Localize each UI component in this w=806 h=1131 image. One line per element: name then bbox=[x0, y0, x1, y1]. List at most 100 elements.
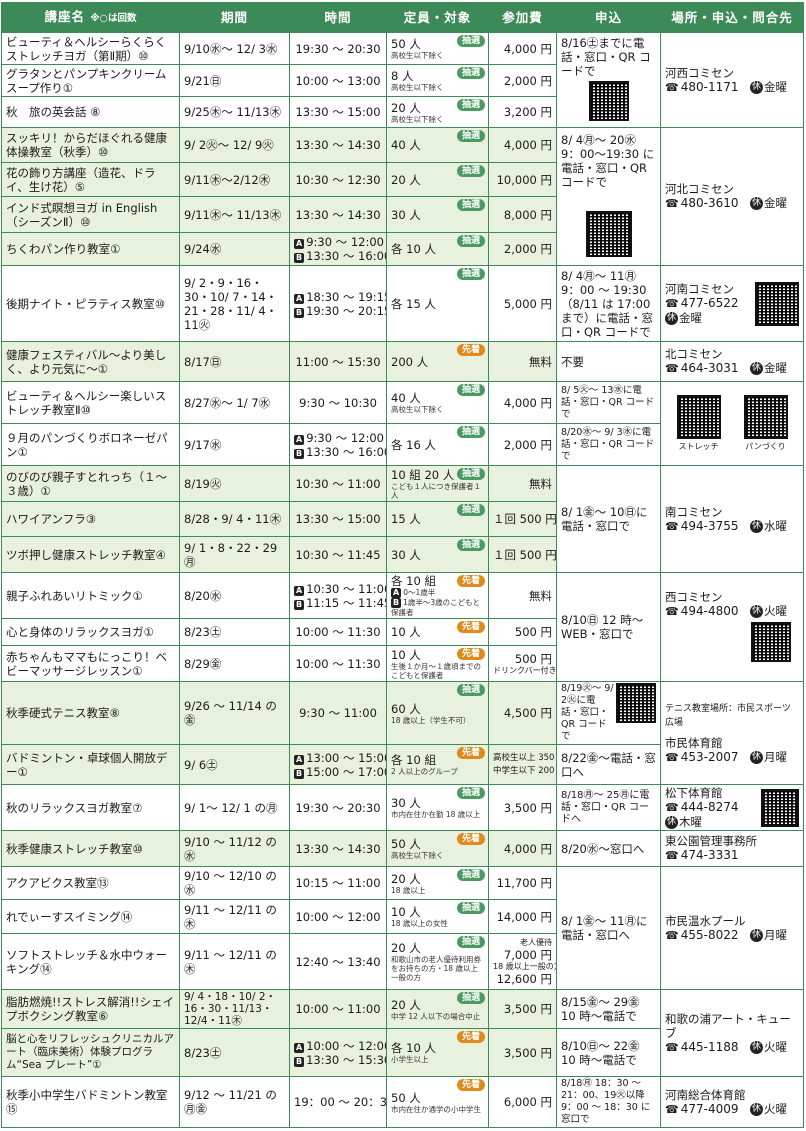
course-fee: 3,500 円 bbox=[488, 989, 557, 1029]
course-name: 秋季小中学生バドミントン教室⑮ bbox=[1, 1076, 180, 1128]
course-time: 10:30 〜 11:00 bbox=[289, 465, 387, 502]
course-time: 10:00 〜 12:00 bbox=[289, 899, 387, 934]
course-fee: 500 円ドリンクバー付き bbox=[488, 645, 557, 682]
lottery-badge: 抽選 bbox=[456, 165, 485, 177]
course-period: 9/10 〜 11/12 の㊌ bbox=[179, 830, 290, 867]
course-period: 8/23㊏ bbox=[179, 618, 290, 646]
qr-code-icon[interactable] bbox=[743, 395, 788, 439]
lottery-badge: 抽選 bbox=[456, 199, 485, 211]
apply-info: 8/18㊊ 18：30 〜 21：00、19㊋以降 9：00 〜 18：30 に… bbox=[556, 1076, 661, 1128]
place-info: 和歌の浦アート・キューブ ☎ 445-1188 休火曜 bbox=[660, 989, 804, 1077]
course-fee: 無料 bbox=[488, 572, 557, 619]
course-capacity: 先着各 10 組 A 0〜1歳半 B 1歳半〜3歳のこどもと保護者 bbox=[386, 572, 489, 619]
closed-day-icon: 休 bbox=[665, 816, 678, 829]
course-period: 9/10㊌〜 12/ 3㊌ bbox=[179, 32, 290, 65]
course-time: 10:30 〜 12:30 bbox=[289, 162, 387, 197]
apply-info: 8/ 1㊎〜 10㊐に電話・窓口で bbox=[556, 465, 661, 573]
course-capacity: 抽選 20 人中学 12 人以下の場合中止 bbox=[386, 989, 489, 1029]
lottery-badge: 抽選 bbox=[456, 504, 485, 516]
apply-info: 8/18㊊〜 25㊊に電話・窓口・QR コードへ bbox=[556, 784, 661, 831]
course-fee: 3,200 円 bbox=[488, 96, 557, 128]
lottery-badge: 抽選 bbox=[456, 992, 485, 1004]
lottery-badge: 抽選 bbox=[456, 268, 485, 280]
course-capacity: 抽選各 16 人 bbox=[386, 423, 489, 466]
course-name: 秋 旅の英会話 ⑧ bbox=[1, 96, 180, 128]
course-time: 10:15 〜 11:00 bbox=[289, 866, 387, 900]
course-name: 花の飾り方講座（造花、ドライ、生け花）⑤ bbox=[1, 162, 180, 197]
course-capacity: 抽選 10 組 20 人こども１人につき保護者１人 bbox=[386, 465, 489, 502]
phone-icon: ☎ bbox=[665, 1102, 679, 1116]
course-period: 8/20㊌ bbox=[179, 572, 290, 619]
qr-code-icon[interactable] bbox=[761, 788, 799, 827]
course-period: 9/25㊍〜 11/13㊍ bbox=[179, 96, 290, 128]
course-fee: 4,000 円 bbox=[488, 32, 557, 65]
course-fee: 高校生以上 350 円中学生以下 200 円 bbox=[488, 744, 557, 785]
course-fee: 14,000 円 bbox=[488, 899, 557, 934]
qr-code-icon[interactable] bbox=[616, 683, 656, 723]
phone-icon: ☎ bbox=[665, 197, 679, 210]
closed-day-icon: 休 bbox=[749, 604, 763, 618]
place-info: 河南総合体育館 ☎ 477-4009 休火曜 bbox=[660, 1076, 804, 1128]
apply-info: 8/ 4㊊〜 11㊊ 9：00 〜 19:30（8/11 は 17:00 まで）… bbox=[556, 265, 661, 342]
qr-code-icon[interactable] bbox=[755, 281, 799, 326]
course-capacity: 抽選 20 人和歌山市の老人優待利用券をお持ちの方・18 歳以上一般の方 bbox=[386, 933, 489, 990]
course-fee: 3,500 円 bbox=[488, 1028, 557, 1077]
course-fee: 2,000 円 bbox=[488, 64, 557, 97]
table-row: 秋季小中学生バドミントン教室⑮ 9/12 〜 11/21 の㊊㊎ 19：00 〜… bbox=[1, 1076, 804, 1128]
course-time: A 10:00 〜 12:00 B 13:30 〜 15:30 bbox=[289, 1028, 387, 1077]
apply-info: 8/15㊎〜 29㊎ 10 時〜電話で bbox=[556, 989, 661, 1029]
course-time: 11:00 〜 15:30 bbox=[289, 341, 387, 382]
table-row: 脂肪燃焼!!ストレス解消!!シェイプボクシング教室⑥ 9/ 4・18・10/ 2… bbox=[1, 989, 804, 1077]
course-capacity: 抽選各 10 人 bbox=[386, 232, 489, 266]
course-time: 13:30 〜 14:30 bbox=[289, 196, 387, 233]
lottery-badge: 抽選 bbox=[456, 869, 485, 881]
course-capacity: 抽選 20 人高校生以下除く bbox=[386, 96, 489, 128]
header-capacity: 定員・対象 bbox=[386, 2, 489, 33]
course-period: 8/17㊐ bbox=[179, 341, 290, 382]
place-info: 東公園管理事務所 ☎ 474-3331 bbox=[660, 830, 804, 867]
course-time: 10:00 〜 11:30 bbox=[289, 618, 387, 646]
phone-icon: ☎ bbox=[665, 519, 679, 533]
course-name: ツボ押し健康ストレッチ教室④ bbox=[1, 536, 180, 573]
course-name: グラタンとパンプキンクリームスープ作り① bbox=[1, 64, 180, 97]
course-name: 心と身体のリラックスヨガ① bbox=[1, 618, 180, 646]
course-capacity: 先着 10 人生後１か月〜１歳頃までのこどもと保護者 bbox=[386, 645, 489, 682]
course-capacity: 抽選各 15 人 bbox=[386, 265, 489, 342]
lottery-badge: 抽選 bbox=[456, 384, 485, 396]
course-fee: 老人優待 7,000 円 18 歳以上一般の方 12,600 円 bbox=[488, 933, 557, 990]
qr-code-icon[interactable] bbox=[676, 395, 721, 439]
course-capacity: 抽選 10 人 18 歳以上の女性 bbox=[386, 899, 489, 934]
course-time: 10:00 〜 11:30 bbox=[289, 645, 387, 682]
apply-info: 8/20㊌〜 9/ 3㊌に電話・窓口・QR コードで bbox=[556, 423, 661, 466]
place-info: 北コミセン ☎ 464-3031 休金曜 bbox=[660, 341, 804, 382]
course-capacity: 抽選 20 人 18 歳以上 bbox=[386, 866, 489, 900]
course-period: 9/24㊌ bbox=[179, 232, 290, 266]
closed-day-icon: 休 bbox=[749, 80, 763, 94]
course-period: 9/ 6㊏ bbox=[179, 744, 290, 785]
first-come-badge: 先着 bbox=[456, 1079, 485, 1091]
first-come-badge: 先着 bbox=[456, 621, 485, 633]
header-row: 講座名 ※○は回数 期間 時間 定員・対象 参加費 申込 場所・申込・問合先 bbox=[1, 2, 804, 33]
course-period: 8/28・9/ 4・11㊍ bbox=[179, 501, 290, 537]
course-time: 13:30 〜 14:30 bbox=[289, 127, 387, 163]
header-time: 時間 bbox=[289, 2, 387, 33]
course-name: 後期ナイト・ピラティス教室⑩ bbox=[1, 265, 180, 342]
course-time: 19：00 〜 20：30 bbox=[289, 1076, 387, 1128]
course-time: 19:30 〜 20:30 bbox=[289, 32, 387, 65]
course-time: 12:40 〜 13:40 bbox=[289, 933, 387, 990]
closed-day-icon: 休 bbox=[749, 1102, 763, 1116]
qr-code-icon[interactable] bbox=[588, 81, 629, 121]
qr-code-icon[interactable] bbox=[751, 621, 791, 662]
course-time: 9:30 〜 11:00 bbox=[289, 681, 387, 745]
header-apply: 申込 bbox=[556, 2, 661, 33]
course-time: 19:30 〜 20:30 bbox=[289, 784, 387, 831]
apply-info: 8/22㊎〜電話・窓口へ bbox=[556, 744, 661, 785]
course-name: 秋季健康ストレッチ教室⑩ bbox=[1, 830, 180, 867]
course-capacity: 抽選 8 人高校生以下除く bbox=[386, 64, 489, 97]
header-place: 場所・申込・問合先 bbox=[660, 2, 804, 33]
qr-code-icon[interactable] bbox=[585, 211, 632, 257]
place-info: 河西コミセン ☎ 480-1171 休金曜 bbox=[660, 32, 804, 128]
apply-info: 8/ 1㊎〜 11㊊に電話・窓口へ bbox=[556, 866, 661, 990]
first-come-badge: 先着 bbox=[456, 344, 485, 356]
course-name: のびのび親子すとれっち（１〜３歳）① bbox=[1, 465, 180, 502]
